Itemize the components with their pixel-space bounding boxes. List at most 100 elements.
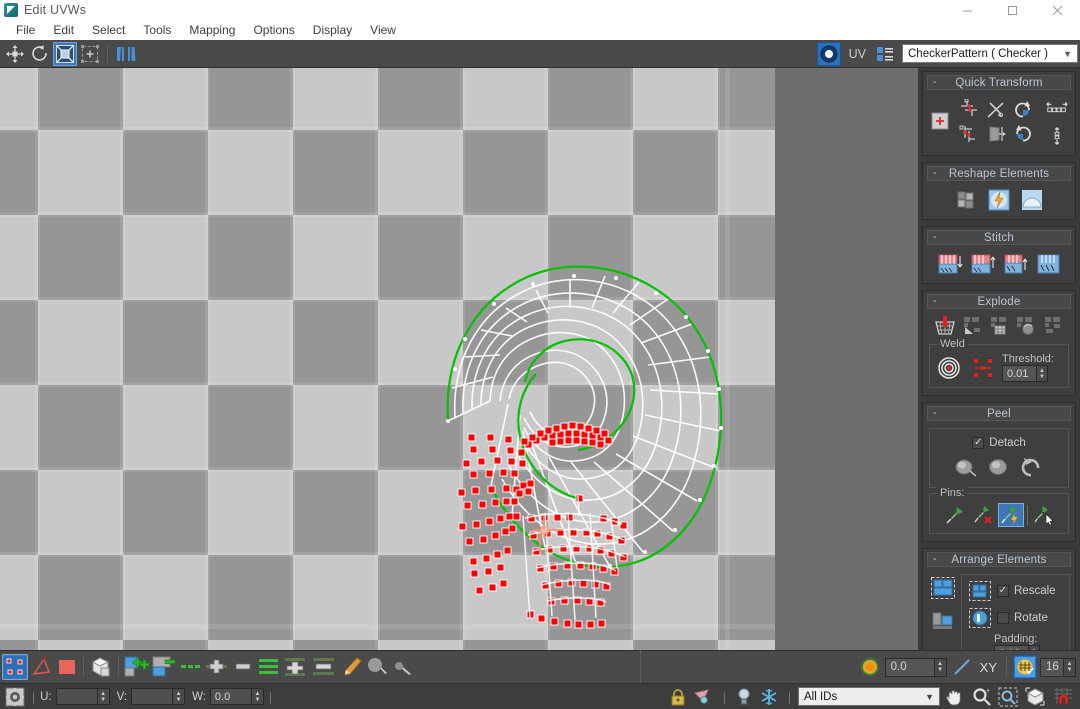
explode-smooth-icon[interactable]	[1013, 314, 1039, 338]
rotate-ccw-icon[interactable]	[1010, 98, 1036, 122]
explode-matid-icon[interactable]	[986, 314, 1012, 338]
command-panel[interactable]: - Quick Transform	[918, 68, 1080, 650]
soft-selection-icon[interactable]	[858, 655, 882, 679]
collapse-icon[interactable]: -	[933, 233, 936, 243]
reset-peel-icon[interactable]	[1017, 453, 1047, 481]
v-input[interactable]: ▲▼	[131, 688, 185, 705]
uv-mesh[interactable]	[0, 68, 918, 650]
pin-green-icon[interactable]	[942, 503, 968, 527]
mirror-icon[interactable]	[113, 42, 137, 66]
grow-plus-icon[interactable]	[122, 654, 150, 680]
quick-peel2-icon[interactable]	[984, 453, 1014, 481]
menu-mapping[interactable]: Mapping	[180, 21, 244, 39]
stitch-custom-icon[interactable]	[1001, 250, 1031, 278]
explode-poly-icon[interactable]	[1040, 314, 1066, 338]
flip-v-icon[interactable]	[1044, 124, 1070, 148]
flip-h-icon[interactable]	[1044, 96, 1070, 120]
transform-center-icon[interactable]	[3, 686, 27, 708]
peel-mode-icon[interactable]	[951, 453, 981, 481]
w-input[interactable]: 0.0 ▲▼	[210, 688, 264, 705]
relax-grid-icon[interactable]	[951, 186, 981, 214]
stitch-selected-icon[interactable]	[1034, 250, 1064, 278]
planar-map-icon[interactable]	[928, 108, 954, 136]
rotate-icon[interactable]	[28, 42, 52, 66]
rollout-header-peel[interactable]: - Peel	[927, 406, 1071, 421]
weld-selected-icon[interactable]	[968, 354, 998, 382]
move-icon[interactable]	[3, 42, 27, 66]
collapse-icon[interactable]: -	[933, 555, 936, 565]
checkbox-box[interactable]: ✓	[972, 437, 984, 449]
material-ids-combo[interactable]: All IDs ▼	[798, 687, 940, 706]
grid-snap-icon[interactable]	[1013, 655, 1037, 679]
detach-checkbox[interactable]: ✓ Detach	[934, 437, 1064, 449]
u-input[interactable]: ▲▼	[56, 688, 110, 705]
uv-canvas[interactable]	[0, 68, 918, 650]
freeform-icon[interactable]	[78, 42, 102, 66]
rollout-header-stitch[interactable]: - Stitch	[927, 230, 1071, 245]
zoom-region-icon[interactable]	[996, 686, 1020, 708]
align-edge-icon[interactable]	[983, 98, 1009, 122]
rotate-cw-icon[interactable]	[1010, 122, 1036, 146]
bulb-icon[interactable]	[733, 686, 755, 708]
checkbox-box[interactable]: ✓	[997, 585, 1009, 597]
menu-options[interactable]: Options	[244, 21, 303, 39]
rescale-checkbox[interactable]: ✓ Rescale	[997, 585, 1056, 597]
pack-custom-icon[interactable]	[967, 579, 993, 603]
align-h-edge-icon[interactable]	[956, 98, 982, 122]
axis-label[interactable]: XY	[977, 660, 1000, 675]
falloff-curve-icon[interactable]	[950, 655, 974, 679]
spinner-arrows-icon[interactable]: ▲▼	[97, 689, 109, 704]
scale-icon[interactable]	[53, 42, 77, 66]
weld-threshold-spinner[interactable]: 0.01 ▲▼	[1002, 365, 1048, 382]
pelt-map-icon[interactable]	[1017, 186, 1047, 214]
checkbox-box[interactable]	[997, 612, 1009, 624]
hide-icon[interactable]	[692, 686, 716, 708]
minimize-icon[interactable]	[945, 0, 990, 20]
snowflake-icon[interactable]	[757, 686, 781, 708]
spinner-arrows-icon[interactable]: ▲▼	[251, 689, 263, 704]
rotate-checkbox[interactable]: Rotate	[997, 612, 1048, 624]
rollout-header-explode[interactable]: - Explode	[927, 294, 1071, 309]
rollout-header-quick-transform[interactable]: - Quick Transform	[927, 75, 1071, 90]
pack-tight-icon[interactable]	[928, 606, 958, 634]
brush-size-icon[interactable]	[364, 654, 390, 680]
maximize-icon[interactable]	[990, 0, 1035, 20]
zoom-extents-icon[interactable]	[1022, 686, 1048, 708]
collapse-icon[interactable]: -	[933, 409, 936, 419]
checker-globe-icon[interactable]	[817, 42, 841, 66]
menu-file[interactable]: File	[7, 21, 44, 39]
shrink-minus-icon[interactable]	[150, 654, 178, 680]
falloff-spinner[interactable]: 0.0 ▲▼	[885, 658, 947, 677]
menu-tools[interactable]: Tools	[134, 21, 180, 39]
explode-angle-icon[interactable]	[959, 314, 985, 338]
collapse-icon[interactable]: -	[933, 78, 936, 88]
edge-loop-icon[interactable]	[256, 654, 282, 680]
element-icon[interactable]	[87, 654, 115, 680]
menu-edit[interactable]: Edit	[44, 21, 83, 39]
map-list-icon[interactable]	[873, 42, 897, 66]
hand-icon[interactable]	[942, 686, 968, 708]
menu-select[interactable]: Select	[83, 21, 134, 39]
edge-loop-plus-icon[interactable]	[282, 654, 310, 680]
rollout-header-arrange-elements[interactable]: - Arrange Elements	[927, 552, 1071, 567]
collapse-icon[interactable]: -	[933, 297, 936, 307]
paint-brush-icon[interactable]	[338, 654, 364, 680]
pin-remove-icon[interactable]	[970, 503, 996, 527]
break-basket-icon[interactable]	[932, 314, 958, 338]
straighten-icon[interactable]	[983, 122, 1009, 146]
stitch-target-icon[interactable]	[968, 250, 998, 278]
brush-small-icon[interactable]	[390, 654, 416, 680]
pack-normalize-icon[interactable]	[928, 574, 958, 602]
spinner-arrows-icon[interactable]: ▲▼	[1036, 366, 1047, 381]
edge-icon[interactable]	[28, 654, 54, 680]
material-combo[interactable]: CheckerPattern ( Checker ) ▼	[902, 44, 1078, 63]
align-v-edge-icon[interactable]	[956, 122, 982, 146]
vertex-icon[interactable]	[2, 654, 28, 680]
edge-ring-minus-icon[interactable]	[230, 654, 256, 680]
pin-cursor-icon[interactable]	[1031, 503, 1057, 527]
close-icon[interactable]	[1035, 0, 1080, 20]
menu-display[interactable]: Display	[304, 21, 361, 39]
lock-icon[interactable]	[666, 686, 690, 708]
edge-loop-minus-icon[interactable]	[310, 654, 338, 680]
pin-filter-icon[interactable]	[998, 503, 1024, 527]
